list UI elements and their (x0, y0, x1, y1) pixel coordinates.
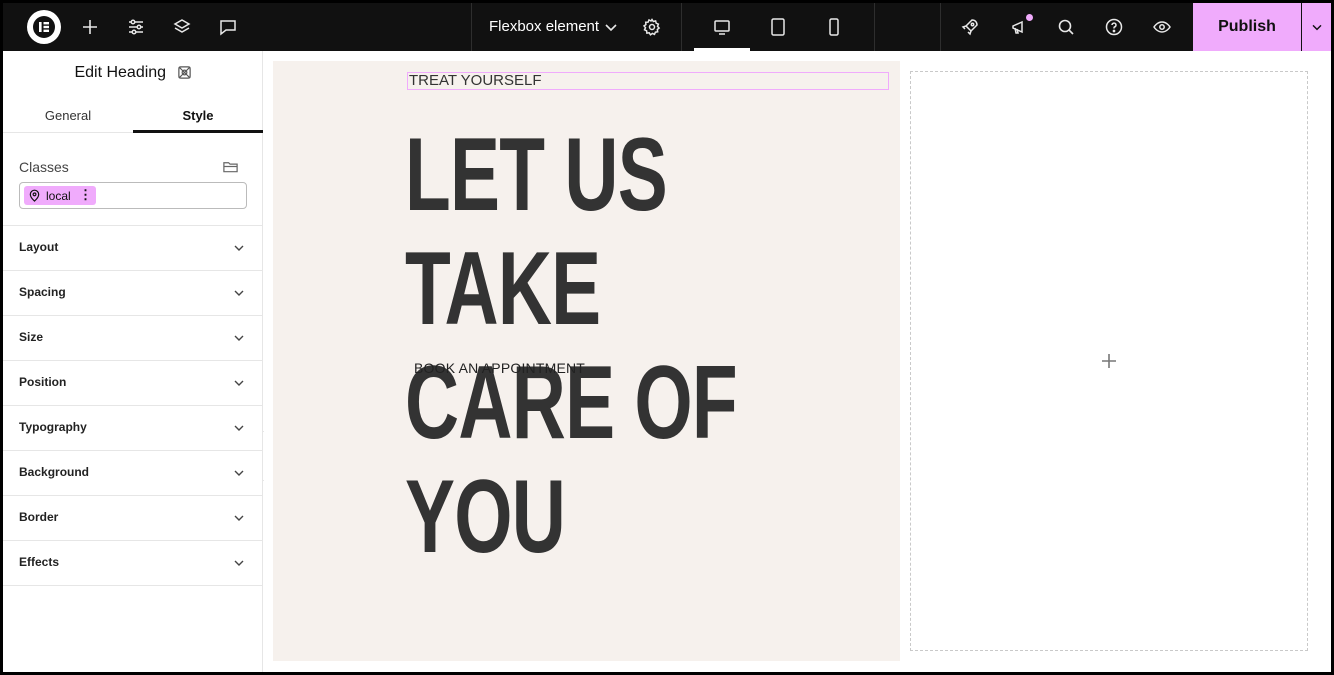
publish-button[interactable]: Publish (1193, 3, 1301, 51)
plus-icon[interactable] (67, 3, 113, 51)
headline-line-2: CARE OF YOU (405, 345, 738, 575)
section-position[interactable]: Position (3, 360, 263, 405)
hero-headline[interactable]: LET US TAKE CARE OF YOU (405, 118, 873, 574)
chevron-down-icon (234, 290, 244, 296)
mobile-icon[interactable] (811, 3, 857, 51)
divider (3, 585, 263, 586)
megaphone-icon[interactable] (996, 3, 1042, 51)
chevron-down-icon (234, 470, 244, 476)
desktop-icon[interactable] (699, 3, 745, 51)
chevron-down-icon (234, 425, 244, 431)
section-label: Border (19, 510, 59, 524)
section-label: Position (19, 375, 67, 389)
sliders-icon[interactable] (113, 3, 159, 51)
chevron-down-icon (234, 515, 244, 521)
layers-icon[interactable] (159, 3, 205, 51)
search-icon[interactable] (1043, 3, 1089, 51)
class-chip-local[interactable]: local ⋮ (24, 186, 96, 205)
divider (874, 3, 875, 51)
gear-icon[interactable] (629, 3, 675, 51)
divider (681, 3, 682, 51)
panel-tabs: General Style (3, 101, 263, 133)
eye-icon[interactable] (1139, 3, 1185, 51)
publish-options-chevron-down-icon[interactable] (1302, 3, 1331, 51)
section-size[interactable]: Size (3, 315, 263, 360)
document-title[interactable]: Flexbox element (489, 3, 599, 51)
editor-window: Flexbox element Publish Edit Heading Gen… (3, 3, 1331, 672)
tablet-icon[interactable] (755, 3, 801, 51)
add-element-plus-icon[interactable] (1100, 352, 1118, 370)
hero-flexbox-container[interactable]: TREAT YOURSELF LET US TAKE CARE OF YOU B… (273, 61, 900, 661)
section-label: Background (19, 465, 90, 479)
book-appointment-link[interactable]: BOOK AN APPOINTMENT (414, 360, 585, 376)
section-label: Spacing (19, 285, 66, 299)
panel-title: Edit Heading (3, 64, 263, 82)
chevron-down-icon (234, 245, 244, 251)
section-effects[interactable]: Effects (3, 540, 263, 585)
headline-line-1: LET US TAKE (405, 117, 668, 347)
chevron-down-icon (234, 560, 244, 566)
editor-panel: Edit Heading General Style Classes local… (3, 51, 263, 672)
top-bar: Flexbox element Publish (3, 3, 1331, 51)
elementor-logo-icon[interactable] (27, 10, 61, 44)
notification-dot (1026, 14, 1033, 21)
section-label: Size (19, 330, 44, 344)
panel-title-text: Edit Heading (74, 64, 167, 81)
folder-icon[interactable] (222, 158, 239, 175)
classes-input[interactable]: local ⋮ (19, 182, 247, 209)
empty-flexbox-container[interactable] (910, 71, 1308, 651)
selected-heading-eyebrow[interactable]: TREAT YOURSELF (407, 72, 889, 90)
chevron-down-icon (234, 380, 244, 386)
section-border[interactable]: Border (3, 495, 263, 540)
divider (471, 3, 472, 51)
chevron-down-icon[interactable] (588, 3, 634, 51)
tab-style[interactable]: Style (133, 101, 263, 133)
section-label: Typography (19, 420, 87, 434)
section-background[interactable]: Background (3, 450, 263, 495)
section-layout[interactable]: Layout (3, 225, 263, 270)
section-label: Layout (19, 240, 59, 254)
tab-general[interactable]: General (3, 101, 133, 133)
more-vertical-icon[interactable]: ⋮ (79, 187, 92, 203)
class-chip-label: local (46, 188, 71, 203)
preview-canvas: TREAT YOURSELF LET US TAKE CARE OF YOU B… (264, 51, 1331, 672)
divider (940, 3, 941, 51)
section-typography[interactable]: Typography (3, 405, 263, 450)
location-pin-icon (29, 189, 40, 202)
rocket-icon[interactable] (947, 3, 993, 51)
atomic-element-icon (177, 66, 191, 79)
chevron-down-icon (234, 335, 244, 341)
section-spacing[interactable]: Spacing (3, 270, 263, 315)
comment-icon[interactable] (205, 3, 251, 51)
classes-label: Classes (19, 159, 69, 175)
help-icon[interactable] (1091, 3, 1137, 51)
section-label: Effects (19, 555, 60, 569)
